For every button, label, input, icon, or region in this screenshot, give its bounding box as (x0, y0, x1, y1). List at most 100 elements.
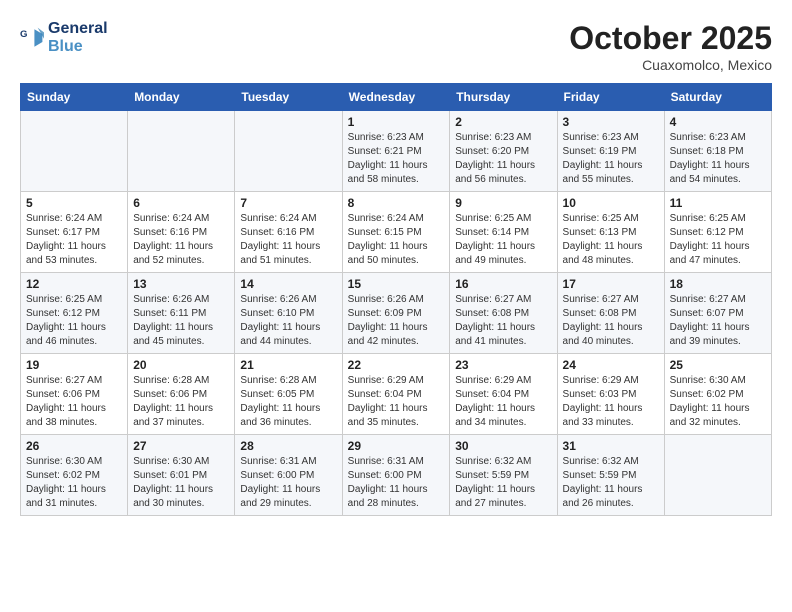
calendar-cell: 7 Sunrise: 6:24 AMSunset: 6:16 PMDayligh… (235, 192, 342, 273)
day-info: Sunrise: 6:25 AMSunset: 6:13 PMDaylight:… (563, 212, 659, 268)
calendar: SundayMondayTuesdayWednesdayThursdayFrid… (20, 83, 772, 516)
calendar-week-row: 5 Sunrise: 6:24 AMSunset: 6:17 PMDayligh… (21, 192, 772, 273)
day-info: Sunrise: 6:30 AMSunset: 6:02 PMDaylight:… (26, 455, 122, 511)
day-number: 18 (670, 277, 766, 291)
day-info: Sunrise: 6:24 AMSunset: 6:15 PMDaylight:… (348, 212, 445, 268)
logo: G General Blue (20, 20, 108, 55)
day-info: Sunrise: 6:27 AMSunset: 6:07 PMDaylight:… (670, 293, 766, 349)
day-number: 23 (455, 358, 551, 372)
day-number: 10 (563, 196, 659, 210)
day-info: Sunrise: 6:25 AMSunset: 6:12 PMDaylight:… (26, 293, 122, 349)
day-info: Sunrise: 6:28 AMSunset: 6:05 PMDaylight:… (240, 374, 336, 430)
weekday-header-cell: Monday (128, 84, 235, 111)
day-info: Sunrise: 6:24 AMSunset: 6:16 PMDaylight:… (133, 212, 229, 268)
calendar-cell: 1 Sunrise: 6:23 AMSunset: 6:21 PMDayligh… (342, 111, 450, 192)
day-info: Sunrise: 6:30 AMSunset: 6:01 PMDaylight:… (133, 455, 229, 511)
day-info: Sunrise: 6:29 AMSunset: 6:04 PMDaylight:… (348, 374, 445, 430)
day-info: Sunrise: 6:27 AMSunset: 6:08 PMDaylight:… (455, 293, 551, 349)
weekday-header-row: SundayMondayTuesdayWednesdayThursdayFrid… (21, 84, 772, 111)
calendar-cell: 18 Sunrise: 6:27 AMSunset: 6:07 PMDaylig… (664, 273, 771, 354)
calendar-cell: 16 Sunrise: 6:27 AMSunset: 6:08 PMDaylig… (450, 273, 557, 354)
day-info: Sunrise: 6:32 AMSunset: 5:59 PMDaylight:… (455, 455, 551, 511)
day-number: 26 (26, 439, 122, 453)
day-info: Sunrise: 6:23 AMSunset: 6:19 PMDaylight:… (563, 131, 659, 187)
day-number: 25 (670, 358, 766, 372)
day-info: Sunrise: 6:32 AMSunset: 5:59 PMDaylight:… (563, 455, 659, 511)
calendar-cell: 5 Sunrise: 6:24 AMSunset: 6:17 PMDayligh… (21, 192, 128, 273)
calendar-cell: 19 Sunrise: 6:27 AMSunset: 6:06 PMDaylig… (21, 354, 128, 435)
day-number: 9 (455, 196, 551, 210)
weekday-header-cell: Saturday (664, 84, 771, 111)
day-info: Sunrise: 6:26 AMSunset: 6:09 PMDaylight:… (348, 293, 445, 349)
day-number: 13 (133, 277, 229, 291)
calendar-week-row: 1 Sunrise: 6:23 AMSunset: 6:21 PMDayligh… (21, 111, 772, 192)
day-info: Sunrise: 6:30 AMSunset: 6:02 PMDaylight:… (670, 374, 766, 430)
day-number: 19 (26, 358, 122, 372)
calendar-cell: 9 Sunrise: 6:25 AMSunset: 6:14 PMDayligh… (450, 192, 557, 273)
calendar-cell: 13 Sunrise: 6:26 AMSunset: 6:11 PMDaylig… (128, 273, 235, 354)
weekday-header-cell: Tuesday (235, 84, 342, 111)
day-info: Sunrise: 6:23 AMSunset: 6:21 PMDaylight:… (348, 131, 445, 187)
calendar-cell: 21 Sunrise: 6:28 AMSunset: 6:05 PMDaylig… (235, 354, 342, 435)
day-number: 21 (240, 358, 336, 372)
day-number: 20 (133, 358, 229, 372)
day-number: 17 (563, 277, 659, 291)
calendar-cell: 2 Sunrise: 6:23 AMSunset: 6:20 PMDayligh… (450, 111, 557, 192)
calendar-week-row: 26 Sunrise: 6:30 AMSunset: 6:02 PMDaylig… (21, 435, 772, 516)
calendar-cell: 24 Sunrise: 6:29 AMSunset: 6:03 PMDaylig… (557, 354, 664, 435)
calendar-cell: 27 Sunrise: 6:30 AMSunset: 6:01 PMDaylig… (128, 435, 235, 516)
day-info: Sunrise: 6:31 AMSunset: 6:00 PMDaylight:… (348, 455, 445, 511)
calendar-cell: 22 Sunrise: 6:29 AMSunset: 6:04 PMDaylig… (342, 354, 450, 435)
day-number: 22 (348, 358, 445, 372)
day-number: 11 (670, 196, 766, 210)
calendar-cell (664, 435, 771, 516)
day-info: Sunrise: 6:24 AMSunset: 6:17 PMDaylight:… (26, 212, 122, 268)
day-info: Sunrise: 6:29 AMSunset: 6:03 PMDaylight:… (563, 374, 659, 430)
day-number: 2 (455, 115, 551, 129)
calendar-cell: 15 Sunrise: 6:26 AMSunset: 6:09 PMDaylig… (342, 273, 450, 354)
month-title: October 2025 (569, 20, 772, 57)
location-title: Cuaxomolco, Mexico (569, 57, 772, 73)
day-number: 29 (348, 439, 445, 453)
day-number: 3 (563, 115, 659, 129)
weekday-header-cell: Thursday (450, 84, 557, 111)
calendar-cell: 14 Sunrise: 6:26 AMSunset: 6:10 PMDaylig… (235, 273, 342, 354)
day-number: 16 (455, 277, 551, 291)
calendar-cell: 4 Sunrise: 6:23 AMSunset: 6:18 PMDayligh… (664, 111, 771, 192)
day-info: Sunrise: 6:27 AMSunset: 6:06 PMDaylight:… (26, 374, 122, 430)
day-info: Sunrise: 6:31 AMSunset: 6:00 PMDaylight:… (240, 455, 336, 511)
calendar-cell (21, 111, 128, 192)
day-number: 1 (348, 115, 445, 129)
day-number: 8 (348, 196, 445, 210)
calendar-week-row: 19 Sunrise: 6:27 AMSunset: 6:06 PMDaylig… (21, 354, 772, 435)
day-number: 4 (670, 115, 766, 129)
day-info: Sunrise: 6:25 AMSunset: 6:14 PMDaylight:… (455, 212, 551, 268)
day-info: Sunrise: 6:24 AMSunset: 6:16 PMDaylight:… (240, 212, 336, 268)
day-number: 12 (26, 277, 122, 291)
day-number: 6 (133, 196, 229, 210)
day-number: 7 (240, 196, 336, 210)
calendar-cell: 20 Sunrise: 6:28 AMSunset: 6:06 PMDaylig… (128, 354, 235, 435)
day-info: Sunrise: 6:23 AMSunset: 6:20 PMDaylight:… (455, 131, 551, 187)
calendar-cell: 29 Sunrise: 6:31 AMSunset: 6:00 PMDaylig… (342, 435, 450, 516)
calendar-cell: 23 Sunrise: 6:29 AMSunset: 6:04 PMDaylig… (450, 354, 557, 435)
day-number: 27 (133, 439, 229, 453)
day-number: 31 (563, 439, 659, 453)
logo-line2: Blue (48, 38, 108, 56)
calendar-cell (128, 111, 235, 192)
calendar-cell: 26 Sunrise: 6:30 AMSunset: 6:02 PMDaylig… (21, 435, 128, 516)
day-info: Sunrise: 6:28 AMSunset: 6:06 PMDaylight:… (133, 374, 229, 430)
weekday-header-cell: Sunday (21, 84, 128, 111)
day-number: 24 (563, 358, 659, 372)
day-number: 30 (455, 439, 551, 453)
day-info: Sunrise: 6:23 AMSunset: 6:18 PMDaylight:… (670, 131, 766, 187)
logo-line1: General (48, 20, 108, 38)
svg-text:G: G (20, 29, 27, 40)
calendar-cell: 8 Sunrise: 6:24 AMSunset: 6:15 PMDayligh… (342, 192, 450, 273)
calendar-cell: 6 Sunrise: 6:24 AMSunset: 6:16 PMDayligh… (128, 192, 235, 273)
calendar-cell: 28 Sunrise: 6:31 AMSunset: 6:00 PMDaylig… (235, 435, 342, 516)
calendar-cell: 11 Sunrise: 6:25 AMSunset: 6:12 PMDaylig… (664, 192, 771, 273)
calendar-cell: 10 Sunrise: 6:25 AMSunset: 6:13 PMDaylig… (557, 192, 664, 273)
logo-icon: G (20, 26, 44, 50)
day-info: Sunrise: 6:26 AMSunset: 6:10 PMDaylight:… (240, 293, 336, 349)
